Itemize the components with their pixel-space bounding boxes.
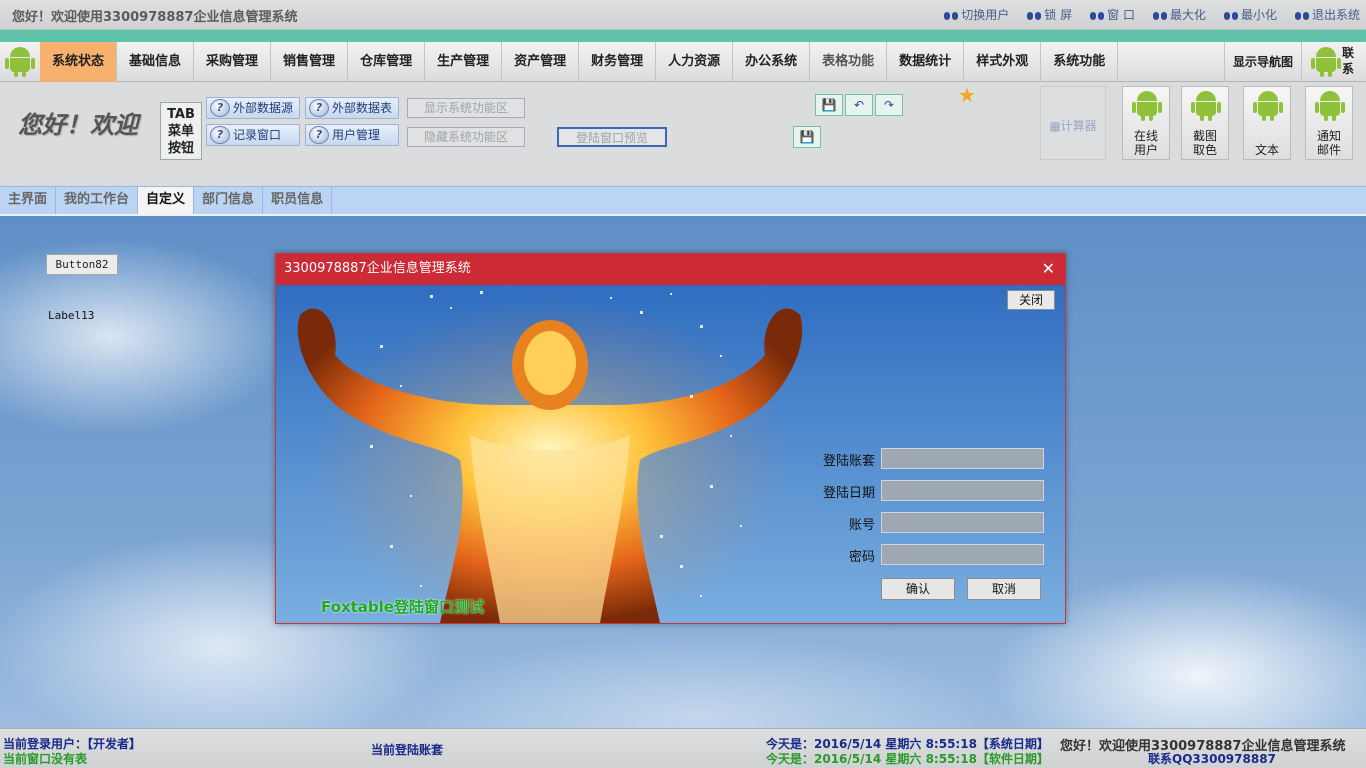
undo-icon[interactable]: ↶ <box>845 94 873 116</box>
confirm-button[interactable]: 确认 <box>881 578 955 600</box>
menu-sales[interactable]: 销售管理 <box>271 42 349 82</box>
save-icon[interactable]: 💾 <box>815 94 843 116</box>
menu-finance[interactable]: 财务管理 <box>579 42 657 82</box>
calculator-button[interactable]: ▦计算器 <box>1040 86 1106 160</box>
close-icon[interactable]: ✕ <box>1042 259 1055 279</box>
fire-man-image <box>297 291 803 623</box>
binoculars-icon <box>1090 9 1105 21</box>
screenshot-color-tile[interactable]: 截图 取色 <box>1181 86 1229 160</box>
menu-hr[interactable]: 人力资源 <box>656 42 734 82</box>
account-set-label: 登陆账套 <box>822 454 875 469</box>
main-menubar: 系统状态 基础信息 采购管理 销售管理 仓库管理 生产管理 资产管理 财务管理 … <box>0 42 1366 82</box>
show-nav-map-button[interactable]: 显示导航图 <box>1224 42 1302 82</box>
menu-warehouse[interactable]: 仓库管理 <box>348 42 426 82</box>
menu-basic-info[interactable]: 基础信息 <box>117 42 195 82</box>
tab-menu-button[interactable]: TAB 菜单 按钮 <box>160 102 202 160</box>
binoculars-icon <box>1223 9 1238 21</box>
menu-system-status[interactable]: 系统状态 <box>40 42 118 82</box>
menu-system-functions[interactable]: 系统功能 <box>1041 42 1119 82</box>
binoculars-icon <box>1027 9 1042 21</box>
login-date-input[interactable] <box>881 480 1044 501</box>
menu-items: 系统状态 基础信息 采购管理 销售管理 仓库管理 生产管理 资产管理 财务管理 … <box>40 42 1119 82</box>
function-toolbar: 您好！欢迎 TAB 菜单 按钮 ? 外部数据源 ? 外部数据表 ? 记录窗口 ? 用户管… <box>0 83 1366 185</box>
android-logo-icon <box>5 47 35 77</box>
tab-main[interactable]: 主界面 <box>0 187 57 214</box>
tab-staff[interactable]: 职员信息 <box>263 187 333 214</box>
android-icon <box>1315 91 1345 121</box>
password-input[interactable] <box>881 544 1044 565</box>
maximize-button[interactable]: 最大化 <box>1152 6 1206 23</box>
help-icon: ? <box>309 99 329 117</box>
window-titlebar: 您好！欢迎使用3300978887企业信息管理系统 切换用户 锁 屏 窗 口 最… <box>0 0 1366 30</box>
calculator-icon: ▦ <box>1049 119 1061 133</box>
accent-stripe <box>0 30 1366 42</box>
external-datatable-button[interactable]: ? 外部数据表 <box>305 97 399 119</box>
redo-icon[interactable]: ↷ <box>875 94 903 116</box>
welcome-banner: 您好！欢迎 <box>18 110 138 139</box>
account-input[interactable] <box>881 512 1044 533</box>
app-title: 您好！欢迎使用3300978887企业信息管理系统 <box>12 10 298 25</box>
favorite-star-icon[interactable]: ★ <box>958 83 976 107</box>
online-users-tile[interactable]: 在线 用户 <box>1122 86 1170 160</box>
help-icon: ? <box>210 126 230 144</box>
label13: Label13 <box>48 309 95 322</box>
account-label: 账号 <box>848 518 875 533</box>
account-set-input[interactable] <box>881 448 1044 469</box>
menu-appearance[interactable]: 样式外观 <box>964 42 1042 82</box>
binoculars-icon <box>1152 9 1167 21</box>
log-window-button[interactable]: ? 记录窗口 <box>206 124 300 146</box>
save-as-icon[interactable]: 💾 <box>793 126 821 148</box>
menu-production[interactable]: 生产管理 <box>425 42 503 82</box>
login-window-preview-button[interactable]: 登陆窗口预览 <box>557 127 667 147</box>
minimize-button[interactable]: 最小化 <box>1223 6 1277 23</box>
notify-mail-tile[interactable]: 通知 邮件 <box>1305 86 1353 160</box>
page-tabs: 主界面 我的工作台 自定义 部门信息 职员信息 <box>0 186 1366 214</box>
exit-system-button[interactable]: 退出系统 <box>1294 6 1360 23</box>
user-management-button[interactable]: ? 用户管理 <box>305 124 399 146</box>
login-dialog: 3300978887企业信息管理系统 ✕ 关闭 登陆账套 登陆日期 账号 密码 … <box>275 253 1066 624</box>
show-function-area-button[interactable]: 显示系统功能区 <box>407 98 525 118</box>
menu-table-functions[interactable]: 表格功能 <box>810 42 888 82</box>
tab-department[interactable]: 部门信息 <box>194 187 264 214</box>
dialog-titlebar: 3300978887企业信息管理系统 ✕ <box>276 254 1065 285</box>
status-bar: 当前登录用户：【开发者】 当前窗口没有表 当前登陆账套 今天是：2016/5/1… <box>0 728 1366 768</box>
tab-custom[interactable]: 自定义 <box>138 187 195 214</box>
binoculars-icon <box>1294 9 1309 21</box>
text-tile[interactable]: 文本 <box>1243 86 1291 160</box>
tab-my-workbench[interactable]: 我的工作台 <box>56 187 139 214</box>
software-date-status: 今天是：2016/5/14 星期六 8:55:18【软件日期】 <box>766 752 1049 766</box>
android-contact-icon <box>1311 47 1341 77</box>
android-icon <box>1132 91 1162 121</box>
help-icon: ? <box>210 99 230 117</box>
hide-function-area-button[interactable]: 隐藏系统功能区 <box>407 127 525 147</box>
help-icon: ? <box>309 126 329 144</box>
contact-qq-status: 联系QQ3300978887 <box>1148 752 1276 766</box>
menu-assets[interactable]: 资产管理 <box>502 42 580 82</box>
window-button[interactable]: 窗 口 <box>1090 6 1135 23</box>
login-caption: Foxtable登陆窗口测试 <box>321 598 484 616</box>
android-icon <box>1253 91 1283 121</box>
current-account-status: 当前登陆账套 <box>371 743 444 757</box>
dialog-close-button[interactable]: 关闭 <box>1007 290 1055 310</box>
button82[interactable]: Button82 <box>46 254 118 275</box>
menu-purchasing[interactable]: 采购管理 <box>194 42 272 82</box>
android-icon <box>1191 91 1221 121</box>
binoculars-icon <box>944 9 959 21</box>
no-window-status: 当前窗口没有表 <box>3 752 88 766</box>
dialog-body: 关闭 登陆账套 登陆日期 账号 密码 确认 取消 Foxtable登陆窗口测试 <box>276 285 1065 623</box>
password-label: 密码 <box>848 550 875 565</box>
external-datasource-button[interactable]: ? 外部数据源 <box>206 97 300 119</box>
window-controls: 切换用户 锁 屏 窗 口 最大化 最小化 退出系统 <box>944 6 1360 23</box>
menu-statistics[interactable]: 数据统计 <box>887 42 965 82</box>
login-date-label: 登陆日期 <box>822 486 875 501</box>
dialog-title: 3300978887企业信息管理系统 <box>284 261 471 276</box>
menu-office[interactable]: 办公系统 <box>733 42 811 82</box>
cancel-button[interactable]: 取消 <box>967 578 1041 600</box>
contact-button[interactable]: 联 系 <box>1342 45 1356 77</box>
switch-user-button[interactable]: 切换用户 <box>944 6 1009 23</box>
lock-screen-button[interactable]: 锁 屏 <box>1027 6 1072 23</box>
